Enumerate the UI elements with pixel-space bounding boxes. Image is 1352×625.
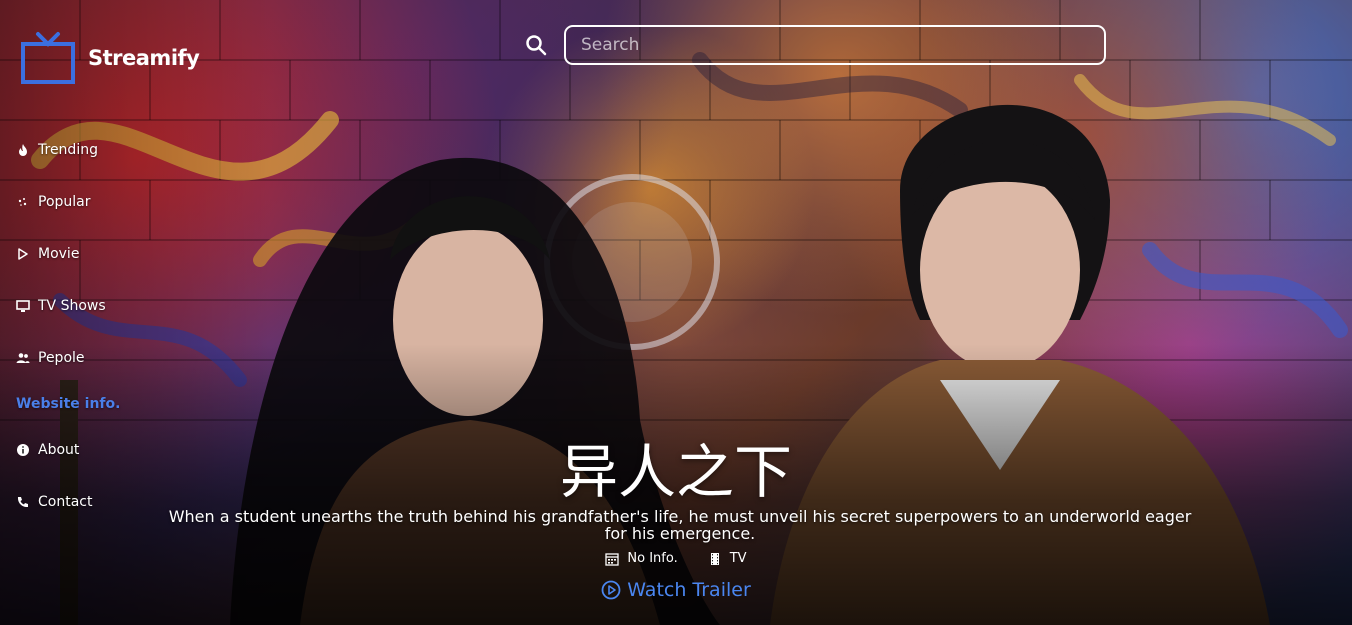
search-field[interactable] <box>564 25 1106 65</box>
hero-meta: No Info. TV <box>0 551 1352 566</box>
watch-trailer-button[interactable]: Watch Trailer <box>601 579 751 601</box>
play-outline-icon <box>18 248 28 260</box>
app-name: Streamify <box>88 46 200 70</box>
sidebar-item-movie[interactable]: Movie <box>16 246 79 262</box>
trailer-row: Watch Trailer <box>0 579 1352 601</box>
sparkle-icon <box>18 198 27 206</box>
search-input[interactable] <box>566 27 1104 63</box>
sidebar-item-trending[interactable]: Trending <box>16 142 98 158</box>
play-circle-icon <box>601 580 621 600</box>
watch-trailer-label: Watch Trailer <box>627 579 751 601</box>
hero-description: When a student unearths the truth behind… <box>168 507 1192 543</box>
media-type-text: TV <box>729 551 747 566</box>
search-icon[interactable] <box>525 34 547 56</box>
sidebar-item-tv-shows[interactable]: TV Shows <box>16 298 106 314</box>
release-info: No Info. <box>605 551 678 566</box>
sidebar-item-popular[interactable]: Popular <box>16 194 91 210</box>
hero-title: 异人之下 <box>559 438 792 506</box>
sidebar-item-label: Pepole <box>38 350 85 366</box>
calendar-icon <box>605 552 620 566</box>
release-info-text: No Info. <box>627 551 678 566</box>
tv-logo-icon <box>21 32 75 84</box>
people-icon <box>16 353 30 363</box>
sidebar-item-label: TV Shows <box>38 298 106 314</box>
sidebar-item-label: Popular <box>38 194 91 210</box>
sidebar-item-label: Movie <box>38 246 80 262</box>
sidebar-item-people[interactable]: Pepole <box>16 350 85 366</box>
sidebar-section-heading: Website info. <box>16 396 121 412</box>
app-logo[interactable]: Streamify <box>20 30 200 86</box>
sidebar-item-label: Trending <box>38 142 98 158</box>
film-icon <box>710 552 719 565</box>
media-type: TV <box>708 551 747 566</box>
flame-icon <box>19 144 27 156</box>
monitor-icon <box>16 300 30 312</box>
